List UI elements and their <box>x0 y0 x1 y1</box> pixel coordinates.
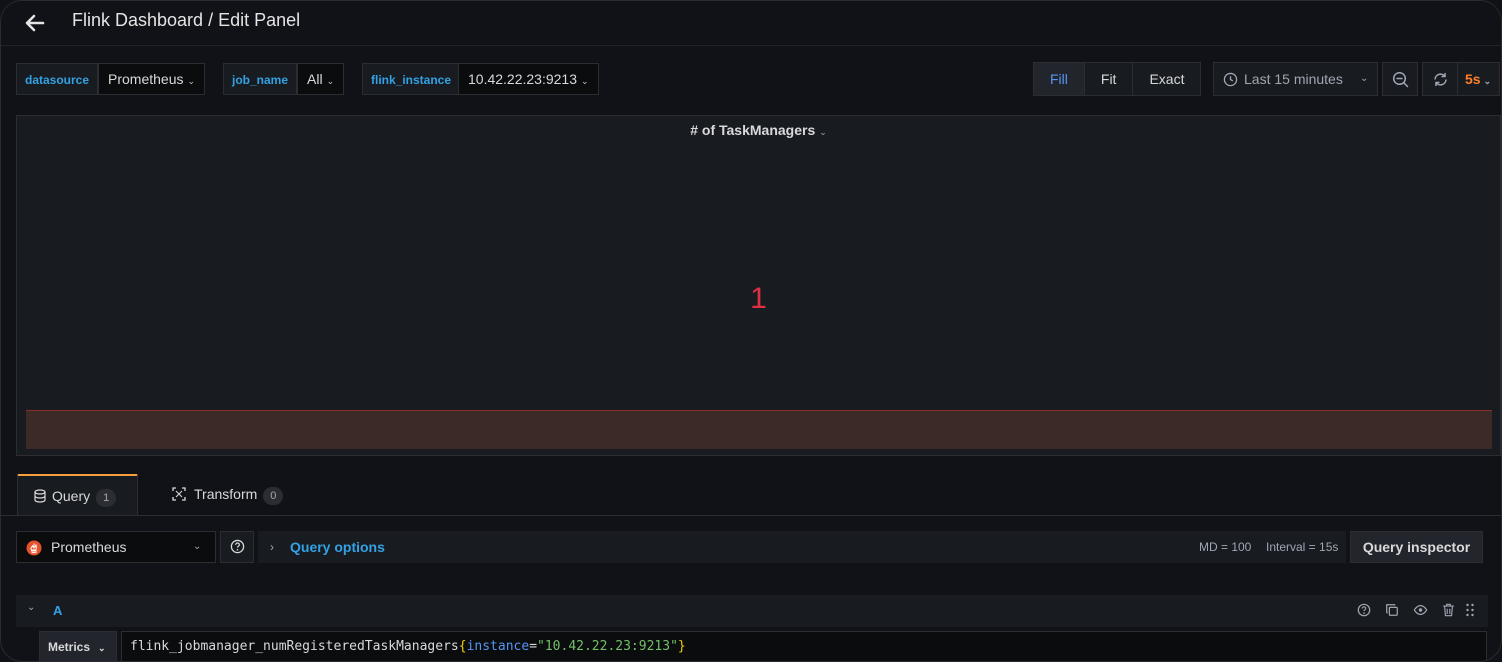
promql-query-input[interactable]: flink_jobmanager_numRegisteredTaskManage… <box>121 631 1487 661</box>
metrics-label: Metrics <box>48 640 91 654</box>
chevron-down-icon: ⌄ <box>326 76 335 86</box>
variable-label-datasource: datasource <box>16 63 99 95</box>
close-brace: } <box>677 639 686 654</box>
editor-tabs: Query 1 Transform 0 <box>1 471 1501 516</box>
datasource-picker-value: Prometheus <box>51 539 127 555</box>
query-row-a: ⌄ A <box>16 595 1488 627</box>
tab-query[interactable]: Query 1 <box>17 474 138 515</box>
query-metric-name: flink_jobmanager_numRegisteredTaskManage… <box>130 639 459 654</box>
trash-icon[interactable] <box>1442 603 1455 617</box>
sparkline-area <box>26 410 1492 449</box>
drag-handle-icon[interactable] <box>1465 603 1475 617</box>
zoom-out-button[interactable] <box>1382 62 1418 96</box>
variable-select-job-name[interactable]: All ⌄ <box>297 63 345 95</box>
zoom-out-icon <box>1392 71 1409 88</box>
chevron-down-icon: ⌄ <box>1483 76 1492 86</box>
variable-label-job-name: job_name <box>223 63 298 95</box>
query-help-icon[interactable] <box>1357 603 1371 617</box>
tab-transform-count: 0 <box>263 487 284 505</box>
tab-query-label: Query <box>52 488 91 504</box>
equals-sign: = <box>529 639 538 654</box>
tab-transform-label: Transform <box>194 486 258 502</box>
query-options-label: Query options <box>290 539 385 555</box>
variable-label-flink-instance: flink_instance <box>362 63 461 95</box>
panel-title[interactable]: # of TaskManagers ⌄ <box>17 122 1500 138</box>
interval-value: Interval = 15s <box>1266 540 1339 554</box>
datasource-picker[interactable]: Prometheus ⌄ <box>16 531 216 563</box>
chevron-down-icon: ⌄ <box>98 643 106 653</box>
stat-panel: # of TaskManagers ⌄ 1 <box>16 115 1501 456</box>
query-label-key: instance <box>466 639 530 654</box>
panel-title-text: # of TaskManagers <box>690 122 816 138</box>
query-ref-id[interactable]: A <box>53 603 62 618</box>
collapse-query-icon[interactable]: ⌄ <box>27 602 35 613</box>
back-arrow-icon[interactable] <box>21 9 49 37</box>
chevron-down-icon: ⌄ <box>819 127 827 137</box>
chevron-down-icon: ⌄ <box>1360 73 1369 84</box>
variable-select-datasource[interactable]: Prometheus ⌄ <box>98 63 206 95</box>
question-circle-icon <box>230 539 245 554</box>
view-mode-exact-button[interactable]: Exact <box>1133 63 1200 95</box>
time-range-picker[interactable]: Last 15 minutes ⌄ <box>1213 62 1378 96</box>
tab-query-count: 1 <box>96 489 117 507</box>
metrics-browser-button[interactable]: Metrics ⌄ <box>39 631 117 661</box>
time-range-label: Last 15 minutes <box>1244 71 1343 87</box>
view-mode-fill-button[interactable]: Fill <box>1034 63 1085 95</box>
refresh-picker: 5s ⌄ <box>1422 62 1500 96</box>
chevron-right-icon: › <box>270 540 274 554</box>
refresh-icon[interactable] <box>1432 71 1449 88</box>
query-label-value: "10.42.22.23:9213" <box>537 639 678 654</box>
page-title: Flink Dashboard / Edit Panel <box>72 10 301 30</box>
eye-icon[interactable] <box>1413 603 1428 617</box>
duplicate-query-icon[interactable] <box>1385 603 1399 617</box>
refresh-interval-value: 5s <box>1465 71 1481 87</box>
stat-value: 1 <box>750 282 767 315</box>
variable-value-job-name: All <box>307 71 323 87</box>
transform-icon <box>172 487 186 501</box>
edit-panel-window: Flink Dashboard / Edit Panel datasource … <box>0 0 1502 662</box>
chevron-down-icon: ⌄ <box>187 76 196 86</box>
view-mode-fit-button[interactable]: Fit <box>1085 63 1134 95</box>
variable-value-datasource: Prometheus <box>108 71 184 87</box>
chevron-down-icon: ⌄ <box>581 76 589 86</box>
chevron-down-icon: ⌄ <box>193 541 202 552</box>
variable-select-flink-instance[interactable]: 10.42.22.23:9213 ⌄ <box>458 63 599 95</box>
query-options-row[interactable]: › Query options MD = 100 Interval = 15s <box>258 531 1346 563</box>
prometheus-icon <box>26 540 42 556</box>
database-icon <box>34 489 46 503</box>
max-data-points: MD = 100 <box>1199 540 1252 554</box>
clock-icon <box>1223 72 1238 87</box>
open-brace: { <box>458 639 467 654</box>
top-bar: Flink Dashboard / Edit Panel <box>1 1 1501 46</box>
refresh-interval-select[interactable]: 5s ⌄ <box>1457 63 1501 95</box>
tab-transform[interactable]: Transform 0 <box>156 474 299 515</box>
query-inspector-button[interactable]: Query inspector <box>1350 531 1483 563</box>
variable-value-flink-instance: 10.42.22.23:9213 <box>468 71 577 87</box>
view-mode-group: Fill Fit Exact <box>1033 62 1202 96</box>
help-button[interactable] <box>220 531 254 563</box>
